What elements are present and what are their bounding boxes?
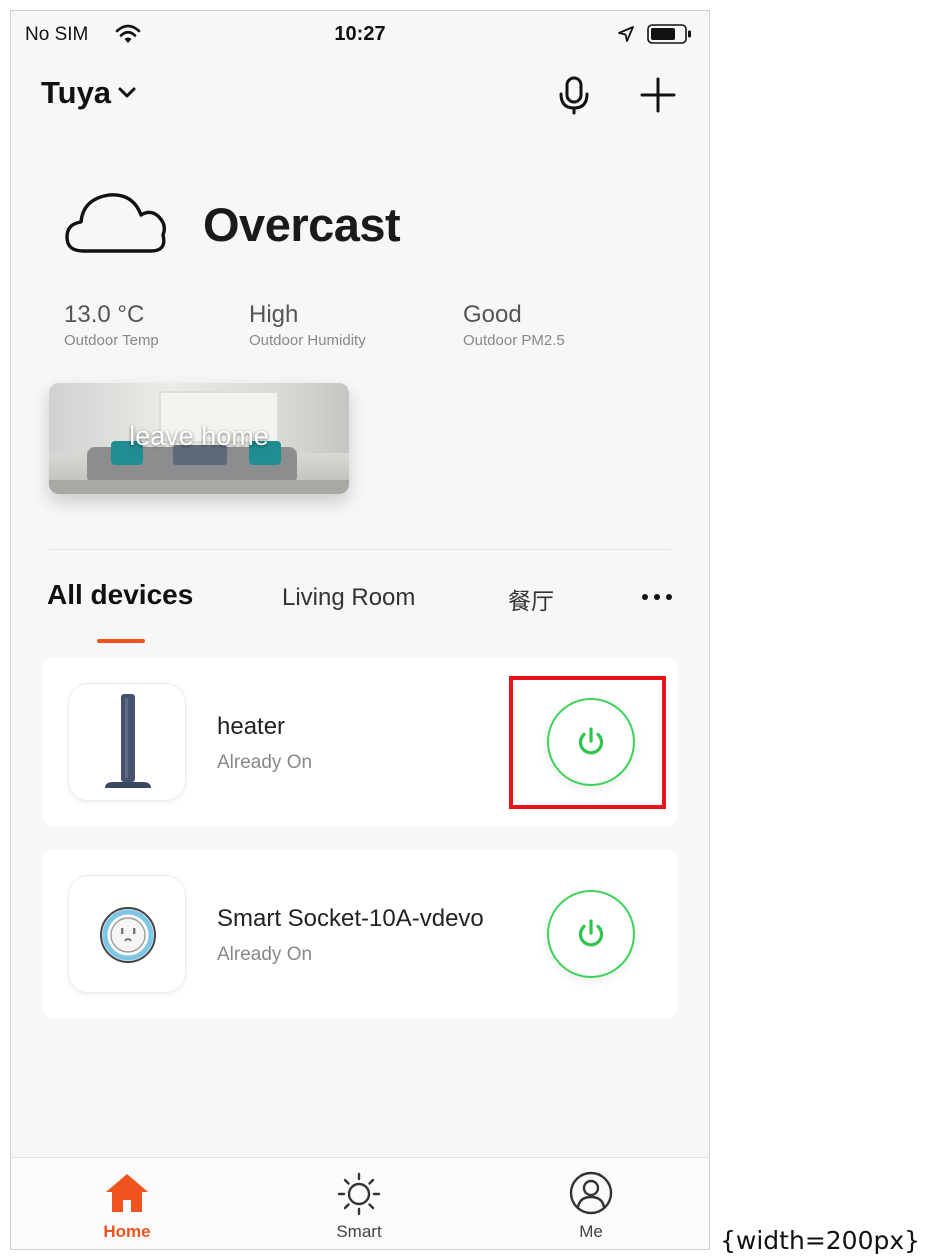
home-selector[interactable]: Tuya	[41, 75, 137, 111]
tab-all-devices[interactable]: All devices	[47, 579, 193, 611]
scene-floor	[49, 480, 349, 494]
tab-dining-room[interactable]: 餐厅	[508, 582, 554, 616]
metric-value: 13.0 °C	[64, 301, 145, 328]
device-thumbnail	[68, 683, 186, 801]
image-caption: {width=200px}	[720, 1226, 921, 1255]
scene-label: leave home	[129, 421, 269, 451]
battery-icon	[647, 24, 691, 44]
highlight-box	[509, 676, 666, 809]
tabbar-item-me[interactable]: Me	[531, 1168, 651, 1242]
device-status: Already On	[217, 944, 313, 965]
tabbar-label: Home	[103, 1222, 151, 1241]
section-divider	[49, 549, 671, 550]
metric-value: High	[249, 301, 299, 328]
tabbar-label: Smart	[336, 1222, 382, 1241]
weather-condition: Overcast	[203, 198, 401, 251]
device-name: Smart Socket-10A-vdevo	[217, 905, 484, 932]
socket-icon	[100, 907, 156, 963]
metric-label: Outdoor Humidity	[249, 332, 366, 349]
scene-card-leave-home[interactable]: leave home	[49, 383, 349, 494]
home-icon	[106, 1174, 148, 1212]
microphone-icon[interactable]	[556, 75, 592, 115]
clock: 10:27	[334, 23, 386, 45]
tab-living-room[interactable]: Living Room	[282, 584, 415, 612]
more-icon[interactable]	[639, 587, 675, 607]
tabbar-label: Me	[579, 1222, 603, 1241]
user-icon	[569, 1171, 613, 1215]
metric-outdoor-temp: 13.0 °C Outdoor Temp	[64, 301, 159, 349]
device-status: Already On	[217, 752, 313, 773]
metric-label: Outdoor Temp	[64, 332, 159, 349]
device-thumbnail	[68, 875, 186, 993]
location-arrow-icon	[618, 26, 634, 42]
home-name: Tuya	[41, 75, 112, 110]
metric-outdoor-pm25: Good Outdoor PM2.5	[463, 301, 565, 349]
power-icon	[578, 919, 604, 947]
chevron-down-icon	[118, 87, 136, 98]
device-name: heater	[217, 713, 286, 740]
status-bar: No SIM 10:27	[11, 11, 709, 57]
tabbar-item-smart[interactable]: Smart	[299, 1168, 419, 1242]
heater-icon	[105, 694, 151, 788]
metric-label: Outdoor PM2.5	[463, 332, 565, 349]
bottom-tab-bar: Home Smart Me	[11, 1157, 709, 1249]
metric-value: Good	[463, 301, 522, 328]
metric-outdoor-humidity: High Outdoor Humidity	[249, 301, 366, 349]
phone-screen: No SIM 10:27 Tuya Overcast 13.0 °C Outdo…	[10, 10, 710, 1250]
tabbar-item-home[interactable]: Home	[67, 1168, 187, 1242]
device-card-smart-socket[interactable]: Smart Socket-10A-vdevo Already On	[42, 849, 678, 1019]
add-device-icon[interactable]	[638, 75, 678, 115]
power-toggle-button[interactable]	[547, 890, 635, 978]
active-tab-indicator	[97, 639, 145, 643]
sun-icon	[337, 1172, 381, 1216]
cloud-icon	[65, 193, 167, 253]
